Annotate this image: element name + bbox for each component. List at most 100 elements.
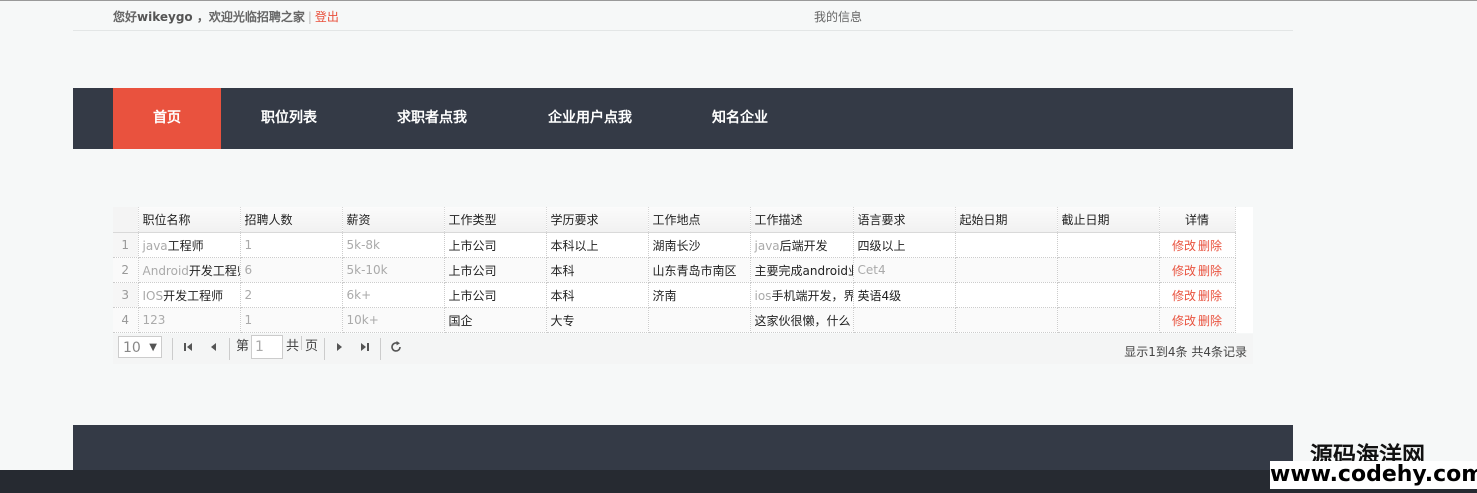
page-number-input[interactable] xyxy=(251,335,283,359)
detail-cell: 修改 删除 xyxy=(1159,307,1236,333)
location-cell: 湖南长沙 xyxy=(648,232,751,258)
description-part: ios xyxy=(754,288,772,303)
nav-item-home[interactable]: 首页 xyxy=(113,88,221,149)
first-page-icon[interactable] xyxy=(181,340,195,354)
column-header-start-date[interactable]: 起始日期 xyxy=(955,207,1058,233)
delete-link[interactable]: 删除 xyxy=(1198,314,1222,328)
edit-link[interactable]: 修改 xyxy=(1172,239,1196,253)
job-name-part: 开发工程师 xyxy=(163,288,224,303)
education-cell: 本科以上 xyxy=(546,232,649,258)
nav-item-job-list[interactable]: 职位列表 xyxy=(221,88,357,149)
headcount-cell: 1 xyxy=(240,232,343,258)
logout-link[interactable]: 登出 xyxy=(315,10,339,24)
page-size-select[interactable]: 10 ▼ xyxy=(118,336,162,358)
table-header-row: 职位名称 招聘人数 薪资 工作类型 学历要求 工作地点 工作描述 语言要求 起始… xyxy=(113,207,1236,233)
greeting: 您好wikeygo ，欢迎光临招聘之家 | 登出 xyxy=(113,8,339,25)
end-date-cell xyxy=(1057,307,1160,333)
nav-item-famous-companies[interactable]: 知名企业 xyxy=(673,88,807,149)
location-cell: 山东青岛市南区 xyxy=(648,257,751,283)
salary-cell: 5k-8k xyxy=(342,232,445,258)
last-page-icon[interactable] xyxy=(358,340,372,354)
description-part: 手机端开发，界 xyxy=(771,288,853,303)
nav-item-job-seekers[interactable]: 求职者点我 xyxy=(357,88,507,149)
table-row[interactable]: 3 IOS开发工程师 2 6k+ 上市公司 本科 济南 ios手机端开发，界 英… xyxy=(113,282,1236,308)
job-name-cell: java工程师 xyxy=(138,232,241,258)
username: wikeygo xyxy=(137,10,193,24)
start-date-cell xyxy=(955,307,1058,333)
jobs-table: 职位名称 招聘人数 薪资 工作类型 学历要求 工作地点 工作描述 语言要求 起始… xyxy=(113,207,1253,333)
column-header-language[interactable]: 语言要求 xyxy=(853,207,956,233)
delete-link[interactable]: 删除 xyxy=(1198,289,1222,303)
job-name-part: 工程师 xyxy=(167,238,204,253)
table-row[interactable]: 1 java工程师 1 5k-8k 上市公司 本科以上 湖南长沙 java后端开… xyxy=(113,232,1236,258)
end-date-cell xyxy=(1057,282,1160,308)
column-header-job-name[interactable]: 职位名称 xyxy=(138,207,241,233)
job-name-part: 开发工程师 xyxy=(188,263,239,278)
language-part: 4级 xyxy=(881,288,902,303)
end-date-cell xyxy=(1057,232,1160,258)
row-number: 2 xyxy=(113,257,139,283)
detail-cell: 修改 删除 xyxy=(1159,232,1236,258)
job-name-cell: Android开发工程师 xyxy=(138,257,241,283)
page-suffix-label: 页 xyxy=(305,339,319,354)
end-date-cell xyxy=(1057,257,1160,283)
salary-cell: 6k+ xyxy=(342,282,445,308)
prev-page-icon[interactable] xyxy=(206,340,220,354)
language-part: 四级以上 xyxy=(857,238,906,253)
start-date-cell xyxy=(955,232,1058,258)
pager-separator xyxy=(301,336,302,350)
salary-cell: 5k-10k xyxy=(342,257,445,283)
education-cell: 大专 xyxy=(546,307,649,333)
job-name-part: IOS xyxy=(142,288,164,303)
column-header-description[interactable]: 工作描述 xyxy=(750,207,854,233)
column-header-detail: 详情 xyxy=(1159,207,1236,233)
delete-link[interactable]: 删除 xyxy=(1198,264,1222,278)
delete-link[interactable]: 删除 xyxy=(1198,239,1222,253)
next-page-icon[interactable] xyxy=(333,340,347,354)
edit-link[interactable]: 修改 xyxy=(1172,289,1196,303)
greeting-prefix: 您好 xyxy=(113,10,138,24)
start-date-cell xyxy=(955,282,1058,308)
column-header-location[interactable]: 工作地点 xyxy=(648,207,751,233)
description-cell: ios手机端开发，界 xyxy=(750,282,854,308)
column-header-end-date[interactable]: 截止日期 xyxy=(1057,207,1160,233)
table-row[interactable]: 4 123 1 10k+ 国企 大专 这家伙很懒，什么 修改 删除 xyxy=(113,307,1236,333)
description-part: 主要完成android业 xyxy=(754,263,853,278)
watermark-url: www.codehy.com xyxy=(1270,461,1477,489)
job-name-cell: 123 xyxy=(138,307,241,333)
location-cell xyxy=(648,307,751,333)
language-cell: Cet4 xyxy=(853,257,956,283)
page-size-value: 10 xyxy=(123,340,141,356)
education-cell: 本科 xyxy=(546,282,649,308)
description-cell: 这家伙很懒，什么 xyxy=(750,307,854,333)
column-header-education[interactable]: 学历要求 xyxy=(546,207,649,233)
headcount-cell: 1 xyxy=(240,307,343,333)
job-type-cell: 上市公司 xyxy=(444,257,547,283)
column-header-headcount[interactable]: 招聘人数 xyxy=(240,207,343,233)
start-date-cell xyxy=(955,257,1058,283)
nav-item-enterprise-users[interactable]: 企业用户点我 xyxy=(507,88,673,149)
pager-separator xyxy=(172,338,173,360)
total-prefix-label: 共 xyxy=(286,339,300,354)
row-number-header xyxy=(113,207,139,233)
description-cell: java后端开发 xyxy=(750,232,854,258)
language-cell xyxy=(853,307,956,333)
location-cell: 济南 xyxy=(648,282,751,308)
job-name-part: Android xyxy=(142,263,189,278)
edit-link[interactable]: 修改 xyxy=(1172,264,1196,278)
column-header-salary[interactable]: 薪资 xyxy=(342,207,445,233)
row-number: 3 xyxy=(113,282,139,308)
language-part: 英语 xyxy=(857,288,882,303)
language-part: Cet4 xyxy=(857,263,886,277)
description-cell: 主要完成android业 xyxy=(750,257,854,283)
my-info-link[interactable]: 我的信息 xyxy=(814,8,862,25)
refresh-icon[interactable] xyxy=(389,340,403,354)
job-type-cell: 上市公司 xyxy=(444,232,547,258)
chevron-down-icon: ▼ xyxy=(149,342,157,353)
table-row[interactable]: 2 Android开发工程师 6 5k-10k 上市公司 本科 山东青岛市南区 … xyxy=(113,257,1236,283)
edit-link[interactable]: 修改 xyxy=(1172,314,1196,328)
column-header-job-type[interactable]: 工作类型 xyxy=(444,207,547,233)
main-nav: 首页 职位列表 求职者点我 企业用户点我 知名企业 xyxy=(73,88,1293,149)
description-part: 这家伙很懒，什么 xyxy=(754,313,851,328)
row-number: 4 xyxy=(113,307,139,333)
